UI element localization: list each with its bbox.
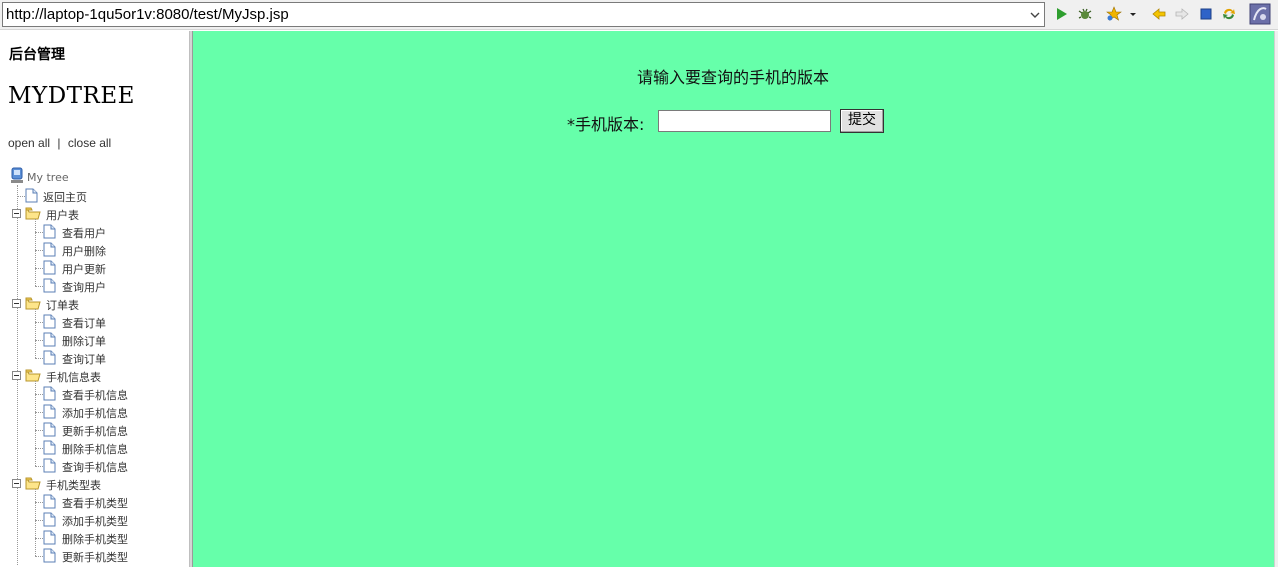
address-url: http://laptop-1qu5or1v:8080/test/MyJsp.j… [6,6,289,23]
chevron-down-icon[interactable] [1029,9,1041,21]
page-icon [43,458,56,476]
open-all-link[interactable]: open all [8,136,50,150]
tree-title: MYDTREE [8,83,135,109]
page-icon [43,314,56,332]
tree-group-label: 手机类型表 [46,479,101,492]
collapse-toggle[interactable] [12,299,21,308]
debug-icon[interactable] [1077,6,1093,22]
tree-item-label: 查看用户 [62,227,106,240]
tree-group-label: 用户表 [46,209,79,222]
collapse-toggle[interactable] [12,371,21,380]
open-close-links: open all | close all [8,136,111,150]
tree-item-label: 查询用户 [62,281,106,294]
page-icon [43,512,56,530]
folder-open-icon [25,297,41,313]
phone-version-input[interactable] [658,110,831,132]
page-icon [25,188,38,206]
left-frame: 后台管理 MYDTREE open all | close all My tre… [0,31,189,567]
page-icon [43,548,56,566]
browser-toolbar: http://laptop-1qu5or1v:8080/test/MyJsp.j… [0,0,1278,30]
tree-item-label: 返回主页 [43,191,87,204]
page-icon [43,278,56,296]
close-all-link[interactable]: close all [68,136,111,150]
page-icon [43,242,56,260]
tree-item-label: 删除手机类型 [62,533,128,546]
admin-title: 后台管理 [9,47,65,63]
page-icon [43,404,56,422]
page-icon [43,260,56,278]
page-icon [43,422,56,440]
computer-icon [10,167,24,187]
tree-item-label: 查看手机类型 [62,497,128,510]
tree-root-label: My tree [27,171,69,184]
dropdown-icon[interactable] [1128,6,1138,22]
tree-item-label: 删除订单 [62,335,106,348]
main-frame: 请输入要查询的手机的版本 *手机版本: 提交 [193,31,1278,567]
stop-icon[interactable] [1198,6,1214,22]
collapse-toggle[interactable] [12,209,21,218]
tree-item-label: 用户更新 [62,263,106,276]
page-icon [43,224,56,242]
page-icon [43,530,56,548]
folder-open-icon [25,207,41,223]
tree-item-label: 添加手机类型 [62,515,128,528]
query-prompt: 请输入要查询的手机的版本 [636,68,829,87]
page-icon [43,386,56,404]
scrollbar-edge [1274,31,1278,567]
submit-button[interactable]: 提交 [840,109,884,133]
tree-item-label: 查询手机信息 [62,461,128,474]
page-icon [43,494,56,512]
tree-item-label: 查询订单 [62,353,106,366]
tree-item-label: 查看手机信息 [62,389,128,402]
tree-item-label: 添加手机信息 [62,407,128,420]
link-separator: | [57,136,61,150]
favorites-icon[interactable] [1106,6,1122,22]
page-icon [43,350,56,368]
tree-group-label: 手机信息表 [46,371,101,384]
run-icon[interactable] [1054,6,1070,22]
page-icon [43,332,56,350]
phone-version-label: *手机版本: [567,115,645,134]
tree-item-label: 查看订单 [62,317,106,330]
tree-item-label: 删除手机信息 [62,443,128,456]
folder-open-icon [25,369,41,385]
tree-item-label: 用户删除 [62,245,106,258]
collapse-toggle[interactable] [12,479,21,488]
page-icon [43,440,56,458]
tree-item-label: 更新手机类型 [62,551,128,564]
address-bar[interactable]: http://laptop-1qu5or1v:8080/test/MyJsp.j… [2,2,1045,27]
back-icon[interactable] [1151,6,1167,22]
folder-open-icon [25,477,41,493]
refresh-icon[interactable] [1221,6,1237,22]
tree-item-label: 更新手机信息 [62,425,128,438]
tree-group-label: 订单表 [46,299,79,312]
eclipse-icon[interactable] [1249,3,1271,25]
forward-icon[interactable] [1174,6,1190,22]
